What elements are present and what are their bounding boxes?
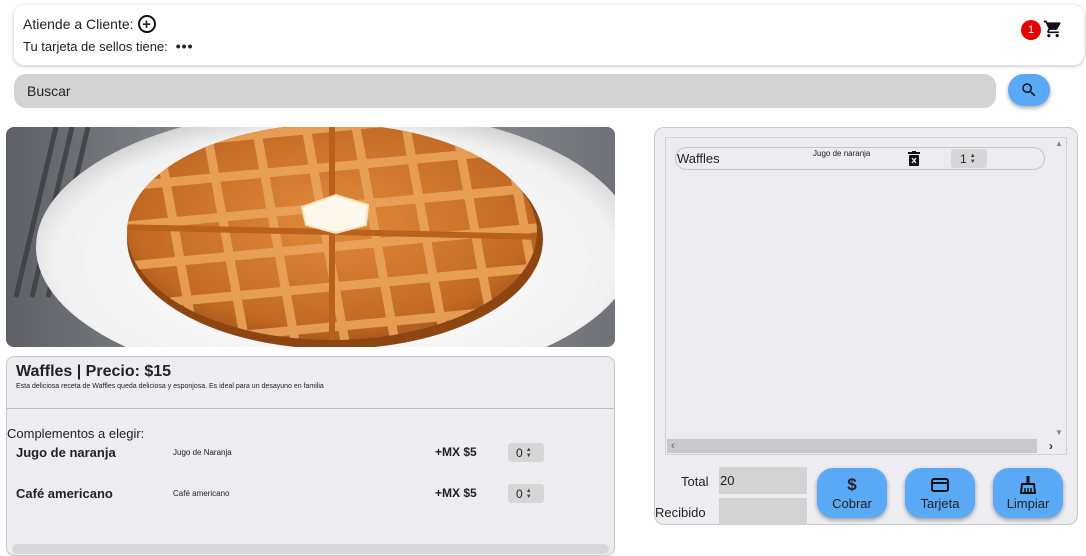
scroll-up-icon[interactable]: ▲ (1055, 139, 1063, 148)
search-button[interactable] (1008, 74, 1050, 106)
received-label: Recibido (655, 505, 706, 520)
order-panel: Waffles Jugo de naranja 1 ▲ ▼ ▲ ▼ ‹ › Tot… (654, 127, 1078, 525)
order-item: Waffles Jugo de naranja 1 ▲ ▼ (675, 147, 1045, 170)
received-field[interactable] (719, 498, 807, 525)
search-icon (1022, 83, 1036, 97)
complement-row: Café americano Café americano +MX $5 0 ▲… (16, 484, 606, 504)
dollar-icon: $ (847, 474, 857, 494)
delete-icon[interactable] (908, 151, 920, 166)
card-button-label: Tarjeta (920, 495, 960, 511)
quantity-value: 0 (516, 486, 523, 501)
broom-icon (1020, 475, 1036, 494)
add-customer-icon[interactable]: + (137, 15, 156, 33)
order-item-complement: Jugo de naranja (813, 149, 871, 158)
complement-name: Jugo de naranja (16, 445, 116, 460)
quantity-value: 1 (960, 151, 967, 166)
scroll-down-icon[interactable]: ▼ (1055, 428, 1063, 437)
complement-name: Café americano (16, 486, 113, 501)
complement-quantity-stepper[interactable]: 0 ▲ ▼ (508, 443, 544, 462)
complements-title: Complementos a elegir: (7, 426, 145, 441)
complement-quantity-stepper[interactable]: 0 ▲ ▼ (508, 484, 544, 503)
total-field: 20 (719, 467, 807, 494)
charge-button[interactable]: $ Cobrar (817, 468, 887, 518)
complement-description: Café americano (173, 489, 230, 498)
total-label: Total (681, 474, 709, 489)
complement-description: Jugo de Naranja (173, 448, 232, 457)
quantity-value: 0 (516, 445, 523, 460)
order-list: Waffles Jugo de naranja 1 ▲ ▼ ▲ ▼ ‹ › (665, 137, 1067, 455)
search-input[interactable]: Buscar (14, 74, 996, 108)
attend-customer: Atiende a Cliente: + (23, 15, 156, 33)
stamp-card-label: Tu tarjeta de sellos tiene: (23, 38, 168, 54)
attend-customer-label: Atiende a Cliente: (23, 16, 134, 32)
add-to-order-bar[interactable] (12, 544, 609, 554)
credit-card-icon (931, 476, 949, 494)
horizontal-scrollbar[interactable] (667, 439, 1037, 453)
spinner-icon[interactable]: ▲ ▼ (526, 488, 532, 500)
scroll-right-icon[interactable]: › (1049, 439, 1053, 453)
complement-price: +MX $5 (435, 486, 477, 500)
product-image (6, 127, 615, 347)
cart-badge: 1 (1021, 20, 1041, 40)
stamp-card: Tu tarjeta de sellos tiene: ••• (23, 38, 193, 54)
card-button[interactable]: Tarjeta (905, 468, 975, 518)
spinner-icon[interactable]: ▲ ▼ (970, 153, 976, 165)
clear-button[interactable]: Limpiar (993, 468, 1063, 518)
charge-button-label: Cobrar (832, 495, 872, 511)
order-item-name: Waffles (677, 151, 720, 166)
spinner-icon[interactable]: ▲ ▼ (526, 447, 532, 459)
customer-header: Atiende a Cliente: + Tu tarjeta de sello… (14, 5, 1084, 65)
product-details: Waffles | Precio: $15 Esta deliciosa rec… (6, 356, 615, 556)
complement-price: +MX $5 (435, 445, 477, 459)
product-title: Waffles | Precio: $15 (16, 363, 172, 380)
more-icon[interactable]: ••• (176, 38, 194, 54)
complement-row: Jugo de naranja Jugo de Naranja +MX $5 0… (16, 443, 606, 463)
divider (7, 408, 614, 409)
product-description: Esta deliciosa receta de Waffles queda d… (16, 383, 324, 390)
clear-button-label: Limpiar (1006, 495, 1050, 511)
scroll-left-icon[interactable]: ‹ (671, 440, 675, 452)
cart-icon[interactable] (1043, 19, 1063, 39)
order-quantity-stepper[interactable]: 1 ▲ ▼ (951, 149, 987, 168)
